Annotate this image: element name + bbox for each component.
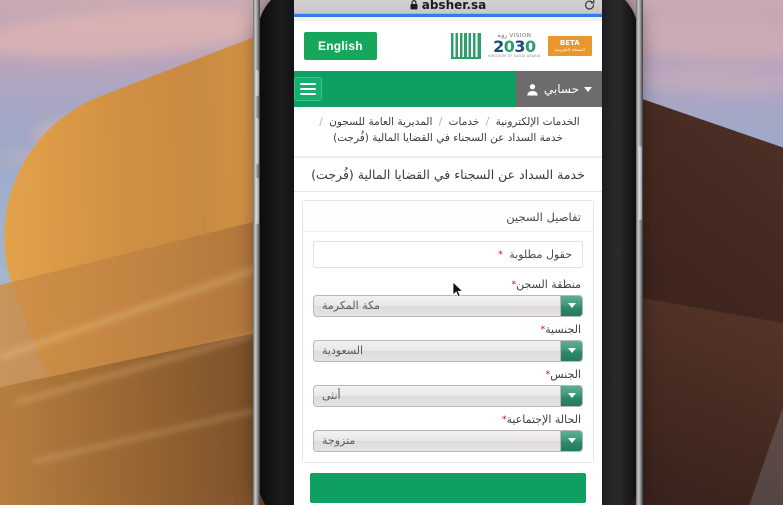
user-icon [527,83,538,96]
breadcrumb-item-3: خدمة السداد عن السجناء في القضايا المالي… [333,132,563,145]
url-text: absher.sa [421,0,487,12]
field-label: منطقة السجن* [313,272,583,295]
phone-screen: absher.sa English BETA النسخة التجريبية … [294,0,602,505]
arrow-triangle [567,303,576,309]
chevron-down-icon [584,86,592,92]
ksa-emblem-icon [451,33,482,59]
gender-select-value: أنثى [322,389,341,403]
phone-device-frame: absher.sa English BETA النسخة التجريبية … [253,0,643,505]
required-note-label: حقول مطلوبة [509,247,572,261]
required-fields-note: حقول مطلوبة * [313,240,583,268]
language-toggle-button[interactable]: English [304,32,377,60]
volume-down-button[interactable] [254,178,259,224]
lock-icon [410,0,418,9]
prisoner-details-card: تفاصيل السجين حقول مطلوبة * منطقة السجن*… [302,199,594,463]
form-field-gender: الجنس* أنثى [313,362,583,407]
volume-up-button[interactable] [254,118,259,164]
arrow-triangle [567,438,576,444]
header-logos: BETA النسخة التجريبية VISION رؤية 2030 K… [451,33,592,59]
chevron-down-icon[interactable] [560,385,582,406]
browser-address-bar[interactable]: absher.sa [294,0,602,14]
submit-button[interactable] [310,472,586,503]
form-field-marital-status: الحالة الإجتماعية* متزوجة [313,407,583,452]
chevron-down-icon[interactable] [560,295,582,316]
marital-status-select[interactable]: متزوجة [313,429,583,452]
hamburger-line [300,93,316,95]
breadcrumb-item-2[interactable]: المديرية العامة للسجون [329,116,432,128]
chevron-down-icon[interactable] [560,340,582,361]
site-header: English BETA النسخة التجريبية VISION رؤي… [294,21,602,71]
section-title: تفاصيل السجين [303,200,593,232]
account-menu-button[interactable]: حسابي [515,71,602,107]
field-label-text: الحالة الإجتماعية [506,412,581,426]
beta-badge-sublabel: النسخة التجريبية [554,48,586,54]
account-menu-label: حسابي [543,82,579,96]
silent-switch-button[interactable] [254,70,259,96]
url-display[interactable]: absher.sa [410,0,487,12]
field-label-text: منطقة السجن [516,277,581,291]
form-area: تفاصيل السجين حقول مطلوبة * منطقة السجن*… [294,191,602,503]
arrow-triangle [567,393,576,399]
vision-logo-number: 2030 [493,37,536,57]
vision-2030-logo: VISION رؤية 2030 KINGDOM OF SAUDI ARABIA [488,33,541,59]
nationality-select-value: السعودية [322,344,364,358]
hamburger-menu-icon[interactable] [294,77,322,101]
beta-badge-label: BETA [559,39,580,48]
gender-select[interactable]: أنثى [313,384,583,407]
marital-status-select-value: متزوجة [322,434,356,448]
field-label: الحالة الإجتماعية* [313,407,583,430]
chevron-down-icon[interactable] [560,430,582,451]
power-button[interactable] [637,146,642,220]
hamburger-line [300,88,316,90]
nationality-select[interactable]: السعودية [313,339,583,362]
form-field-prison-region: منطقة السجن* مكة المكرمة [313,272,583,317]
breadcrumb-separator: / [319,116,323,128]
reload-icon[interactable] [584,0,595,10]
breadcrumb-item-1[interactable]: خدمات [449,116,480,128]
vision-logo-bottom-text: KINGDOM OF SAUDI ARABIA [488,54,541,59]
arrow-triangle [567,348,576,354]
prison-region-select-value: مكة المكرمة [322,299,381,313]
field-label: الجنسية* [313,317,583,340]
breadcrumb-separator: / [485,116,490,128]
field-label: الجنس* [313,362,583,385]
form-field-nationality: الجنسية* السعودية [313,317,583,362]
field-label-text: الجنس [550,367,581,381]
breadcrumb-separator: / [438,116,443,128]
breadcrumb: الخدمات الإلكترونية / خدمات / المديرية ا… [294,107,602,157]
beta-badge: BETA النسخة التجريبية [547,36,592,56]
phone-side-rail [636,0,643,505]
hamburger-line [300,83,316,85]
field-label-text: الجنسية [545,322,581,336]
required-asterisk-icon: * [498,249,503,260]
main-navigation-bar: حسابي [294,71,602,107]
prison-region-select[interactable]: مكة المكرمة [313,294,583,317]
page-title: خدمة السداد عن السجناء في القضايا المالي… [294,156,602,192]
breadcrumb-item-0[interactable]: الخدمات الإلكترونية [496,116,580,128]
